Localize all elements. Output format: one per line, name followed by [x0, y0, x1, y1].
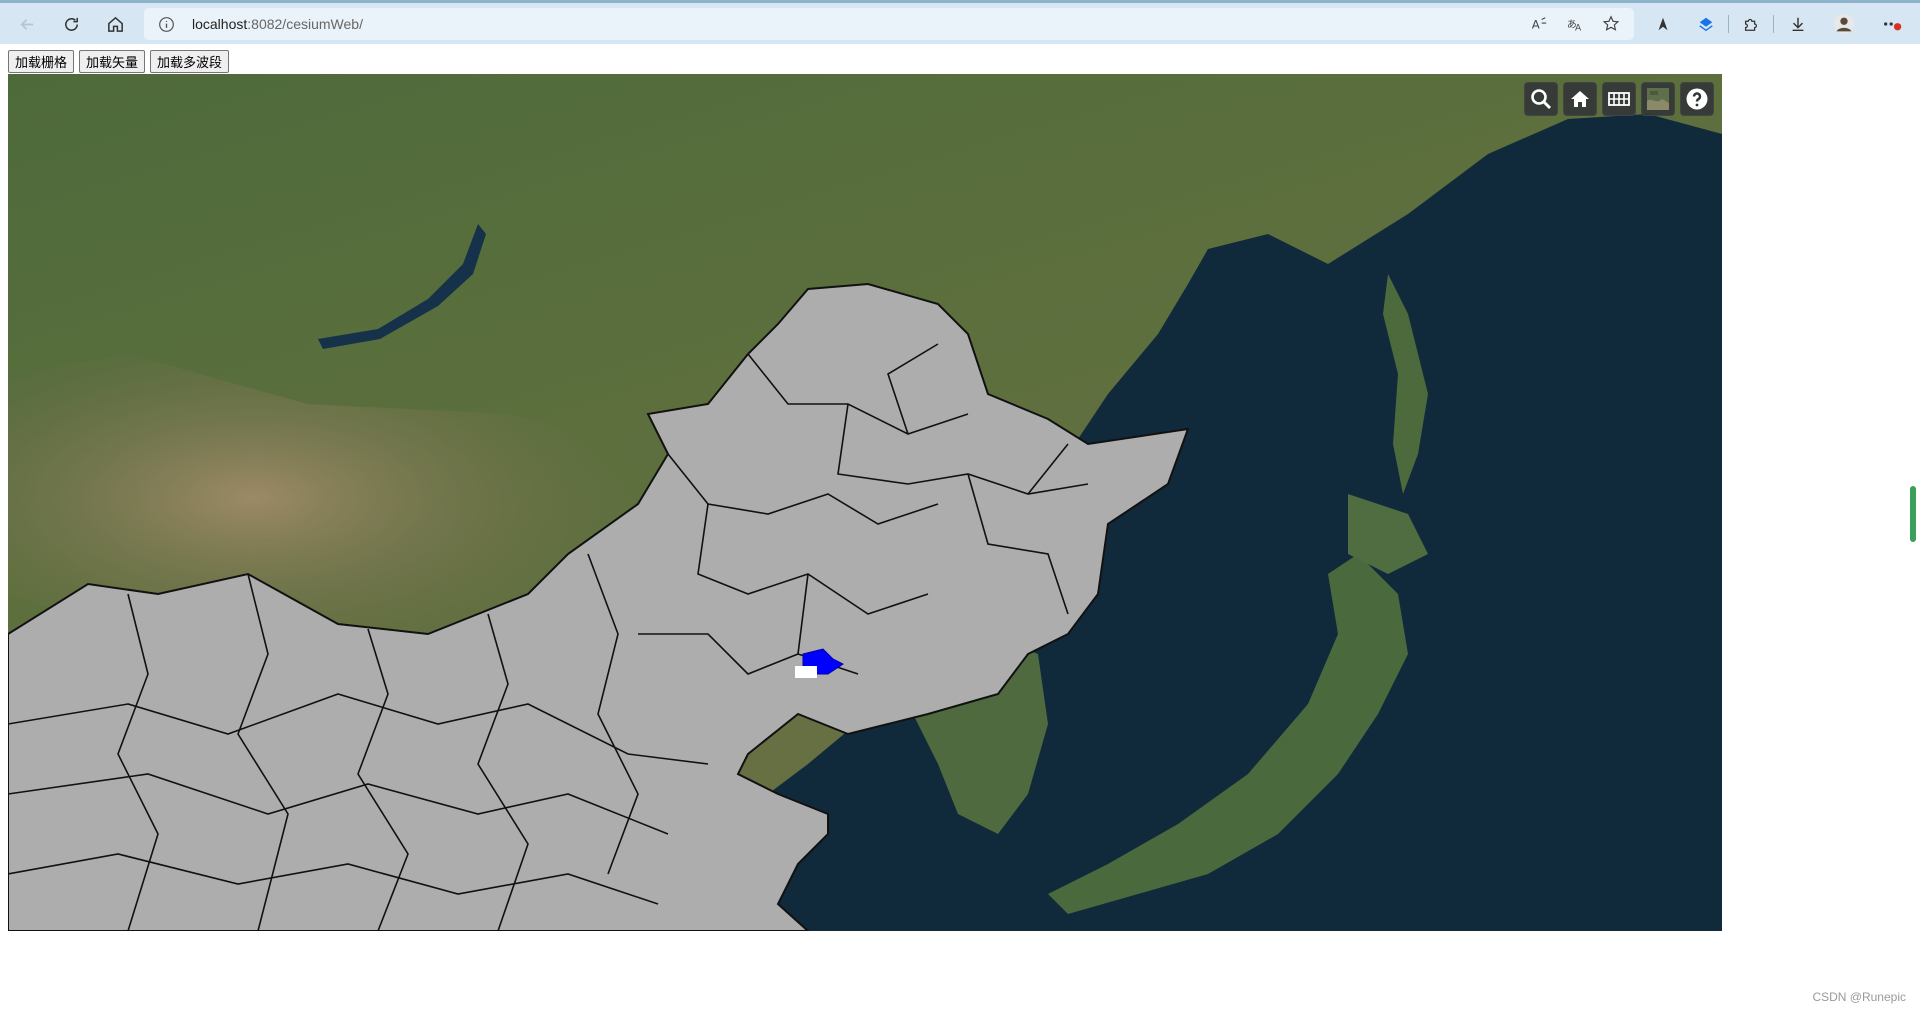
- extension-icon[interactable]: [1652, 13, 1674, 35]
- scrollbar-thumb[interactable]: [1910, 486, 1916, 542]
- search-icon: [1531, 89, 1552, 110]
- address-bar[interactable]: localhost:8082/cesiumWeb/ A あA: [144, 8, 1634, 40]
- home-view-button[interactable]: [1563, 82, 1597, 116]
- more-icon[interactable]: [1882, 13, 1904, 35]
- browser-toolbar: localhost:8082/cesiumWeb/ A あA: [0, 0, 1920, 44]
- favorites-icon[interactable]: [1602, 15, 1620, 33]
- url-text[interactable]: localhost:8082/cesiumWeb/: [192, 8, 363, 40]
- read-aloud-icon[interactable]: A: [1530, 15, 1548, 33]
- base-layer-picker-icon: [1647, 88, 1669, 110]
- load-toolbar: 加载栅格 加载矢量 加载多波段: [8, 50, 230, 74]
- watermark: CSDN @Runepic: [1812, 990, 1906, 1004]
- globe-imagery[interactable]: [8, 74, 1722, 931]
- cesium-toolbar: [1524, 82, 1714, 116]
- info-icon[interactable]: [158, 16, 175, 33]
- home-button[interactable]: [100, 9, 130, 39]
- load-raster-button[interactable]: 加载栅格: [8, 50, 75, 73]
- svg-text:A: A: [1532, 18, 1540, 32]
- back-button[interactable]: [12, 9, 42, 39]
- profile-icon[interactable]: [1833, 13, 1855, 35]
- translate-icon[interactable]: あA: [1566, 15, 1584, 33]
- scene-mode-button[interactable]: [1602, 82, 1636, 116]
- scene-mode-icon: [1608, 92, 1630, 106]
- refresh-icon: [64, 17, 78, 31]
- downloads-icon[interactable]: [1787, 13, 1809, 35]
- svg-text:A: A: [1575, 23, 1582, 33]
- load-multiband-button[interactable]: 加载多波段: [150, 50, 230, 73]
- home-view-icon: [1571, 91, 1589, 107]
- geocoder-button[interactable]: [1524, 82, 1558, 116]
- refresh-button[interactable]: [56, 9, 86, 39]
- help-button[interactable]: [1680, 82, 1714, 116]
- back-icon: [20, 18, 33, 30]
- extension-icon[interactable]: [1695, 13, 1717, 35]
- cesium-viewer[interactable]: [8, 74, 1722, 931]
- label-box: [795, 666, 817, 678]
- toolbar-divider: [1773, 15, 1774, 33]
- load-vector-button[interactable]: 加载矢量: [79, 50, 146, 73]
- home-icon: [107, 16, 123, 32]
- extension-icon[interactable]: [1740, 13, 1762, 35]
- help-icon: [1686, 88, 1708, 110]
- toolbar-divider: [1728, 15, 1729, 33]
- base-layer-picker-button[interactable]: [1641, 82, 1675, 116]
